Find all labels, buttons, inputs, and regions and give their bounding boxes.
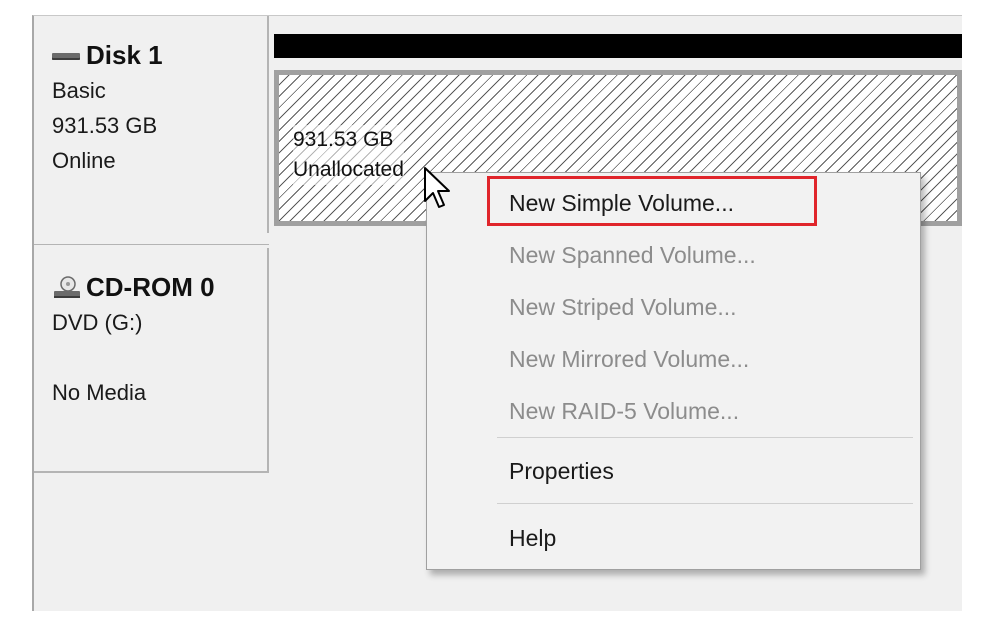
menu-separator [497,437,913,438]
mouse-pointer-icon [424,167,450,208]
cd-rom-label-panel[interactable]: CD-ROM 0 DVD (G:) No Media [34,248,269,473]
cd-rom-name: CD-ROM 0 [86,272,215,302]
row-divider [34,244,269,245]
unallocated-volume-text: 931.53 GB Unallocated [293,125,404,185]
cd-rom-icon [52,275,82,301]
context-menu: New Simple Volume... New Spanned Volume.… [426,172,921,570]
cd-rom-spacer [52,340,267,375]
menu-item-new-spanned-volume[interactable]: New Spanned Volume... [509,235,756,275]
disk-1-size: 931.53 GB [52,113,158,138]
row-divider [34,471,269,473]
menu-separator [497,503,913,504]
menu-item-properties[interactable]: Properties [509,451,614,491]
disk-1-name: Disk 1 [86,40,163,70]
cd-rom-type: DVD (G:) [52,310,143,335]
unallocated-state: Unallocated [293,158,404,181]
disk-1-label-panel[interactable]: Disk 1 Basic 931.53 GB Online [34,16,269,233]
menu-item-new-striped-volume[interactable]: New Striped Volume... [509,287,737,327]
menu-item-new-mirrored-volume[interactable]: New Mirrored Volume... [509,339,749,379]
menu-item-new-simple-volume[interactable]: New Simple Volume... [509,183,734,223]
menu-item-new-raid5-volume[interactable]: New RAID-5 Volume... [509,391,739,431]
disk-1-type: Basic [52,78,106,103]
disk-1-status: Online [52,148,116,173]
disk-1-title: Disk 1 [52,40,267,71]
cd-rom-status: No Media [52,380,147,405]
cd-rom-title: CD-ROM 0 [52,272,267,303]
disk-1-bar [274,34,962,58]
hard-disk-icon [52,50,82,62]
menu-item-help[interactable]: Help [509,518,556,558]
unallocated-size: 931.53 GB [293,128,394,151]
